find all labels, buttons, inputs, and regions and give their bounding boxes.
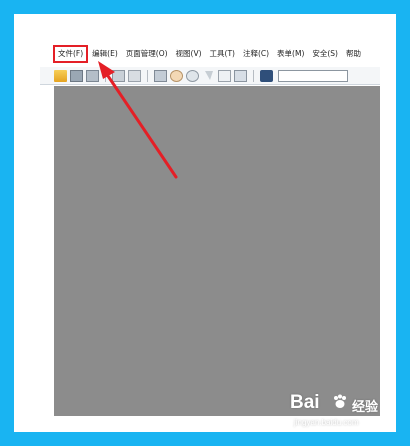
print-icon[interactable] xyxy=(112,69,125,82)
open-icon[interactable] xyxy=(54,69,67,82)
toolbar-separator xyxy=(253,69,254,82)
menu-help[interactable]: 帮助 xyxy=(345,48,362,60)
menu-page-management[interactable]: 页面管理(O) xyxy=(125,48,169,60)
select-cursor-icon[interactable] xyxy=(202,70,215,82)
document-area xyxy=(54,86,380,416)
menu-comment[interactable]: 注释(C) xyxy=(242,48,270,60)
baidu-jingyan-watermark: Bai 经验 jingyan.baidu.com xyxy=(290,392,400,436)
paw-icon xyxy=(334,394,346,408)
monitor-icon[interactable] xyxy=(154,69,167,82)
menu-form[interactable]: 表单(M) xyxy=(276,48,305,60)
menubar: 文件(F) 编辑(E) 页面管理(O) 视图(V) 工具(T) 注释(C) 表单… xyxy=(40,42,380,66)
toolbar-separator xyxy=(147,69,148,82)
toolbar xyxy=(40,67,380,85)
menu-edit[interactable]: 编辑(E) xyxy=(91,48,119,60)
toolbar-separator xyxy=(105,69,106,82)
image-icon[interactable] xyxy=(234,69,247,82)
save-as-icon[interactable] xyxy=(86,69,99,82)
binoculars-icon[interactable] xyxy=(260,69,273,82)
save-icon[interactable] xyxy=(70,69,83,82)
app-window: 文件(F) 编辑(E) 页面管理(O) 视图(V) 工具(T) 注释(C) 表单… xyxy=(40,42,380,416)
menu-view[interactable]: 视图(V) xyxy=(175,48,203,60)
document-icon[interactable] xyxy=(218,69,231,82)
print-preview-icon[interactable] xyxy=(128,69,141,82)
watermark-brand-right: 经验 xyxy=(352,399,379,414)
zoom-icon[interactable] xyxy=(186,69,199,82)
hand-icon[interactable] xyxy=(170,69,183,82)
watermark-brand-left: Bai xyxy=(290,392,320,413)
menu-file[interactable]: 文件(F) xyxy=(52,45,89,63)
menu-security[interactable]: 安全(S) xyxy=(311,48,339,60)
menu-tools[interactable]: 工具(T) xyxy=(209,48,236,60)
watermark-url: jingyan.baidu.com xyxy=(294,418,359,427)
search-input[interactable] xyxy=(278,69,348,82)
